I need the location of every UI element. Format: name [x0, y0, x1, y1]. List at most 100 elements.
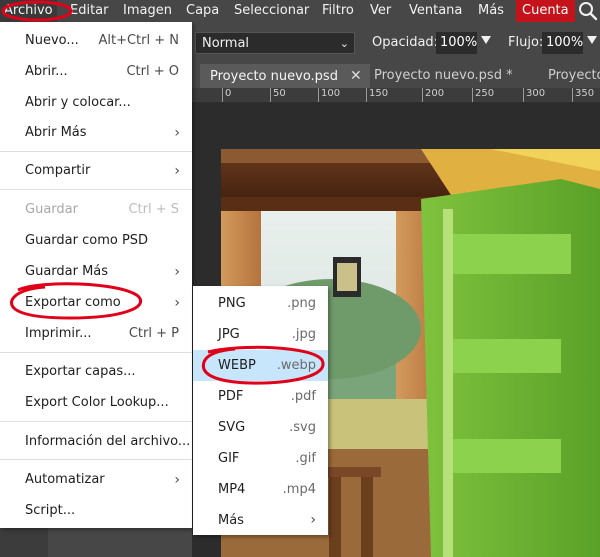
- menu-divider: [0, 151, 192, 152]
- shortcut-label: Ctrl + P: [128, 326, 179, 341]
- export-gif[interactable]: GIF .gif: [193, 443, 328, 474]
- menu-divider: [0, 189, 192, 190]
- ruler-tick: 250: [472, 88, 494, 102]
- blend-mode-value: Normal: [202, 36, 250, 51]
- menu-item-label: Abrir Más: [25, 125, 87, 140]
- menubar: Archivo Editar Imagen Capa Seleccionar F…: [0, 0, 600, 22]
- menu-item-label: Exportar como: [25, 295, 121, 310]
- exportar-como-submenu: PNG .png JPG .jpg WEBP .webp PDF .pdf SV…: [193, 286, 328, 535]
- ruler-tick: 0: [222, 88, 231, 102]
- chevron-right-icon: ›: [174, 472, 180, 488]
- shortcut-label: Ctrl + O: [126, 64, 179, 79]
- tab-proyecto-nuevo-modified[interactable]: Proyecto nuevo.psd *: [374, 64, 513, 88]
- export-png[interactable]: PNG .png: [193, 288, 328, 319]
- menu-item-informacion-archivo[interactable]: Información del archivo...: [0, 427, 192, 457]
- menu-item-label: Script...: [25, 503, 76, 518]
- extension-label: .png: [287, 296, 316, 311]
- opacity-field[interactable]: 100%: [436, 32, 477, 54]
- format-label: GIF: [218, 451, 240, 466]
- tab-label: Proyecto nuevo.psd *: [374, 68, 513, 83]
- format-label: WEBP: [218, 358, 256, 373]
- ruler-tick: 100: [318, 88, 340, 102]
- menu-filtro[interactable]: Filtro: [322, 0, 354, 22]
- flow-dropdown-icon[interactable]: [587, 36, 597, 44]
- menu-imagen[interactable]: Imagen: [123, 0, 172, 22]
- format-label: Más: [218, 513, 244, 528]
- ruler-tick: 350: [572, 88, 594, 102]
- export-jpg[interactable]: JPG .jpg: [193, 319, 328, 350]
- blend-mode-select[interactable]: Normal ⌄: [195, 32, 355, 54]
- menu-item-guardar-mas[interactable]: Guardar Más ›: [0, 257, 192, 287]
- extension-label: .pdf: [290, 389, 316, 404]
- opacity-label: Opacidad:: [372, 35, 439, 50]
- ruler-tick: 200: [422, 88, 444, 102]
- chevron-down-icon: ⌄: [339, 37, 349, 50]
- workspace-background: [192, 103, 600, 149]
- horizontal-ruler: 0 50 100 150 200 250 300 350: [192, 88, 600, 103]
- tab-proyecto-3[interactable]: Proyecto: [548, 64, 600, 88]
- menu-ver[interactable]: Ver: [370, 0, 391, 22]
- ruler-tick: 150: [366, 88, 388, 102]
- format-label: SVG: [218, 420, 246, 435]
- menu-item-label: Guardar como PSD: [25, 233, 149, 248]
- menu-item-guardar: Guardar Ctrl + S: [0, 195, 192, 225]
- chevron-right-icon: ›: [174, 264, 180, 280]
- menu-item-label: Compartir: [25, 163, 91, 178]
- tab-label: Proyecto nuevo.psd: [210, 69, 338, 84]
- menu-archivo[interactable]: Archivo: [0, 0, 57, 22]
- ruler-tick: 300: [523, 88, 545, 102]
- vertical-ruler: [0, 528, 48, 557]
- chevron-right-icon: ›: [174, 125, 180, 141]
- tab-proyecto-nuevo[interactable]: Proyecto nuevo.psd ✕: [200, 64, 370, 88]
- shortcut-label: Ctrl + S: [128, 202, 179, 217]
- menu-item-nuevo[interactable]: Nuevo... Alt+Ctrl + N: [0, 26, 192, 56]
- extension-label: .svg: [289, 420, 316, 435]
- menu-item-imprimir[interactable]: Imprimir... Ctrl + P: [0, 319, 192, 349]
- menu-item-label: Exportar capas...: [25, 364, 136, 379]
- export-webp[interactable]: WEBP .webp: [193, 350, 328, 381]
- menu-ventana[interactable]: Ventana: [409, 0, 462, 22]
- menu-editar[interactable]: Editar: [70, 0, 109, 22]
- format-label: PNG: [218, 296, 246, 311]
- menu-item-abrir-mas[interactable]: Abrir Más ›: [0, 118, 192, 148]
- menu-item-exportar-como[interactable]: Exportar como ›: [0, 288, 192, 318]
- menu-mas[interactable]: Más: [478, 0, 504, 22]
- format-label: PDF: [218, 389, 244, 404]
- archivo-menu: Nuevo... Alt+Ctrl + N Abrir... Ctrl + O …: [0, 22, 192, 528]
- extension-label: .gif: [295, 451, 316, 466]
- extension-label: .jpg: [291, 327, 316, 342]
- chevron-right-icon: ›: [174, 163, 180, 179]
- menu-item-script[interactable]: Script...: [0, 496, 192, 526]
- opacity-dropdown-icon[interactable]: [481, 36, 491, 44]
- export-mas[interactable]: Más ›: [193, 505, 328, 536]
- menu-item-label: Automatizar: [25, 472, 105, 487]
- menu-item-label: Imprimir...: [25, 326, 92, 341]
- export-svg[interactable]: SVG .svg: [193, 412, 328, 443]
- menu-seleccionar[interactable]: Seleccionar: [234, 0, 309, 22]
- menu-item-label: Export Color Lookup...: [25, 395, 169, 410]
- menu-item-guardar-como-psd[interactable]: Guardar como PSD: [0, 226, 192, 256]
- menu-item-label: Guardar Más: [25, 264, 109, 279]
- flow-field[interactable]: 100%: [542, 32, 583, 54]
- menu-item-automatizar[interactable]: Automatizar ›: [0, 465, 192, 495]
- menu-capa[interactable]: Capa: [186, 0, 219, 22]
- tab-label: Proyecto: [548, 68, 600, 83]
- menu-item-abrir-y-colocar[interactable]: Abrir y colocar...: [0, 88, 192, 118]
- menu-item-label: Abrir...: [25, 64, 68, 79]
- search-icon[interactable]: [578, 1, 598, 21]
- menu-item-abrir[interactable]: Abrir... Ctrl + O: [0, 57, 192, 87]
- flow-label: Flujo:: [508, 35, 544, 50]
- menu-divider: [0, 459, 192, 460]
- menu-item-export-color-lookup[interactable]: Export Color Lookup...: [0, 388, 192, 418]
- close-icon[interactable]: ✕: [350, 64, 362, 88]
- ruler-tick: 50: [270, 88, 286, 102]
- menu-item-compartir[interactable]: Compartir ›: [0, 156, 192, 186]
- account-button[interactable]: Cuenta: [516, 0, 575, 22]
- chevron-right-icon: ›: [174, 295, 180, 311]
- menu-item-exportar-capas[interactable]: Exportar capas...: [0, 357, 192, 387]
- menu-item-label: Información del archivo...: [25, 434, 191, 449]
- export-mp4[interactable]: MP4 .mp4: [193, 474, 328, 505]
- shortcut-label: Alt+Ctrl + N: [98, 33, 179, 48]
- menu-divider: [0, 352, 192, 353]
- export-pdf[interactable]: PDF .pdf: [193, 381, 328, 412]
